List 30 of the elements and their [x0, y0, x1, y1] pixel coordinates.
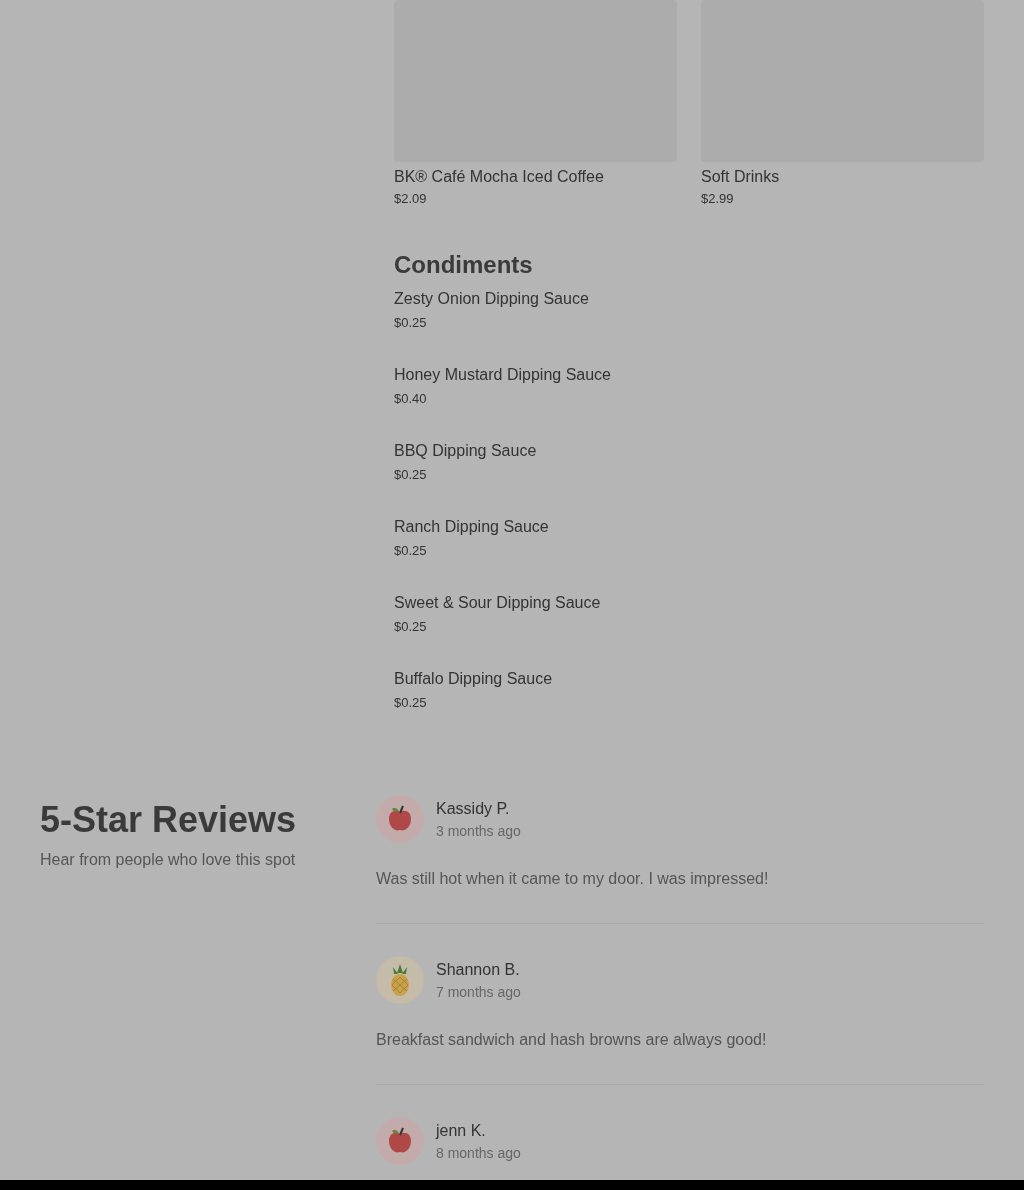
section-heading: 5-Star Reviews — [40, 798, 297, 842]
review-text: Was still hot when it came to my door. I was impressed! — [376, 869, 770, 889]
apple-icon — [387, 805, 413, 833]
review-time: 8 months ago — [436, 1144, 521, 1163]
review-time: 3 months ago — [436, 822, 521, 841]
item-price: $0.25 — [394, 618, 427, 636]
item-name[interactable]: Buffalo Dipping Sauce — [394, 667, 553, 691]
item-price: $0.25 — [394, 694, 427, 712]
item-name[interactable]: Honey Mustard Dipping Sauce — [394, 363, 611, 387]
item-name[interactable]: BBQ Dipping Sauce — [394, 439, 537, 463]
section-subtitle: Hear from people who love this spot — [40, 850, 296, 870]
item-name[interactable]: Ranch Dipping Sauce — [394, 515, 549, 539]
reviewer-name: jenn K. — [436, 1121, 486, 1141]
item-price: $0.25 — [394, 314, 427, 332]
item-name[interactable]: Zesty Onion Dipping Sauce — [394, 287, 589, 311]
apple-icon — [387, 1127, 413, 1155]
item-price: $2.09 — [394, 190, 428, 208]
section-heading: Condiments — [394, 250, 534, 280]
item-price: $0.25 — [394, 466, 427, 484]
review-time: 7 months ago — [436, 983, 521, 1002]
item-price: $2.99 — [701, 190, 735, 208]
reviewer-name: Kassidy P. — [436, 799, 510, 819]
item-name[interactable]: Sweet & Sour Dipping Sauce — [394, 591, 601, 615]
pineapple-icon — [389, 964, 411, 996]
reviewer-name: Shannon B. — [436, 960, 520, 980]
item-name: BK® Café Mocha Iced Coffee — [394, 167, 605, 187]
item-name: Soft Drinks — [701, 167, 781, 187]
review-text: Breakfast sandwich and hash browns are always good! — [376, 1030, 768, 1050]
item-price: $0.25 — [394, 542, 427, 560]
item-price: $0.40 — [394, 390, 427, 408]
